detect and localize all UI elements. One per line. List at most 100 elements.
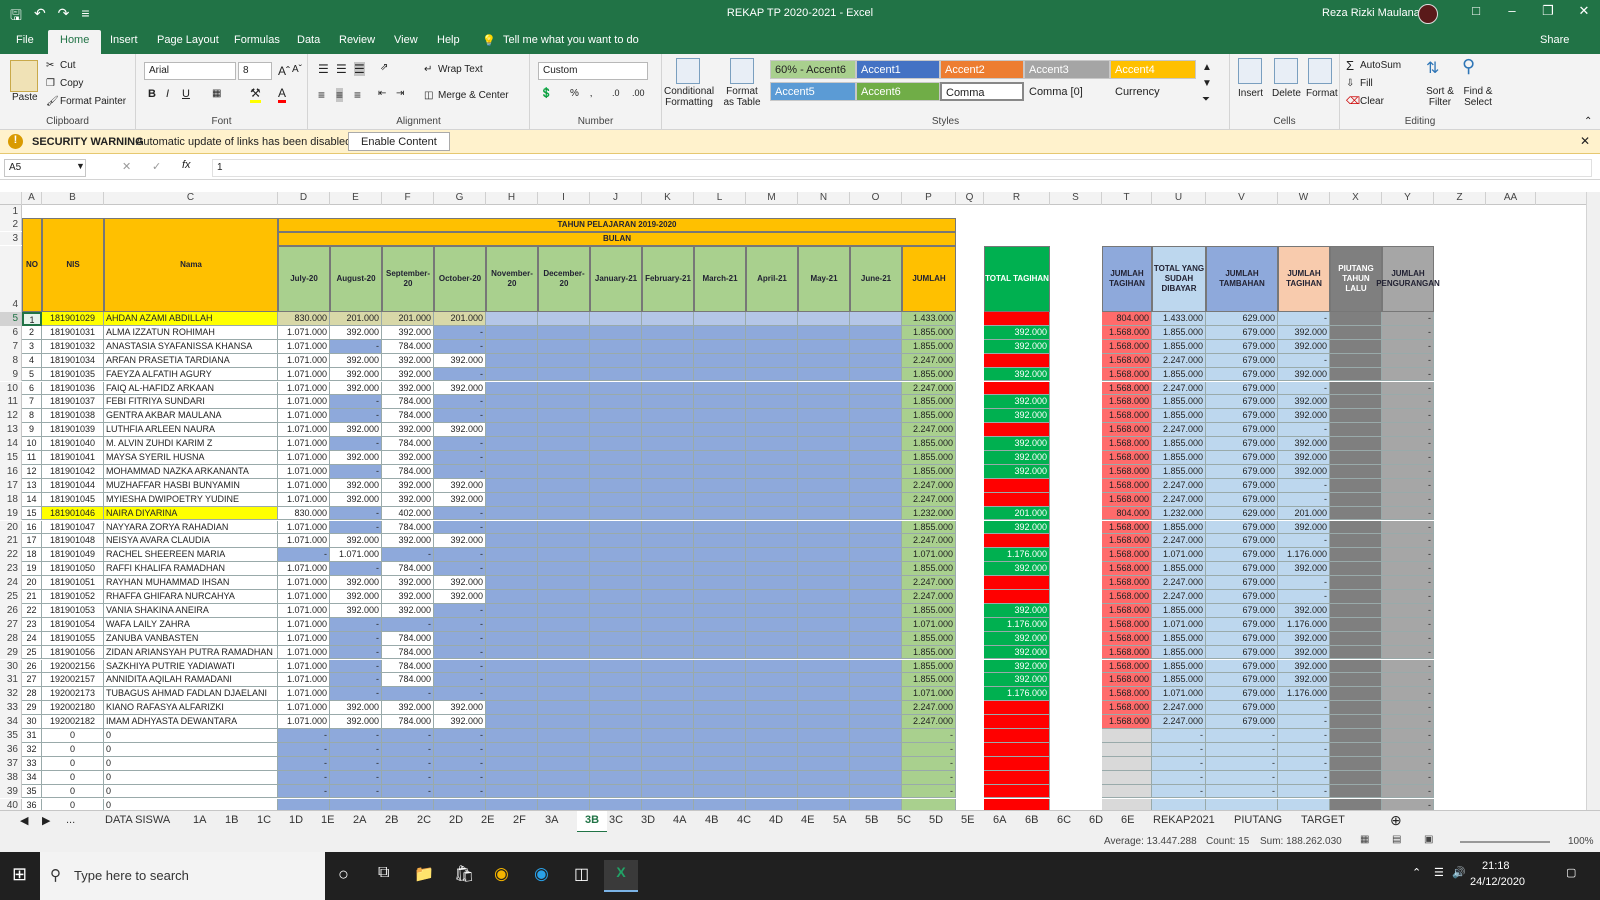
- cell-month[interactable]: [850, 325, 902, 340]
- cell-total-tagihan[interactable]: 392.000: [984, 631, 1050, 646]
- cell-month[interactable]: [850, 603, 902, 618]
- delete-cells-button[interactable]: Delete: [1272, 88, 1301, 99]
- cell-month[interactable]: [850, 576, 902, 590]
- cell-month[interactable]: [486, 339, 538, 354]
- cell-jumlah-tagihan[interactable]: 1.568.000: [1102, 409, 1152, 424]
- cell-total-tagihan[interactable]: 201.000: [984, 506, 1050, 521]
- autosum-button[interactable]: AutoSum: [1360, 60, 1401, 71]
- cell-month[interactable]: -: [434, 451, 486, 465]
- cell-nama[interactable]: NEISYA AVARA CLAUDIA: [104, 534, 278, 549]
- cell-month[interactable]: 784.000: [382, 673, 434, 688]
- cell-total-dibayar[interactable]: 1.855.000: [1152, 659, 1206, 674]
- cell-jumlah-tambahan[interactable]: 679.000: [1206, 367, 1278, 382]
- cell-month[interactable]: [590, 464, 642, 479]
- cell-month[interactable]: [850, 312, 902, 326]
- cell-month[interactable]: [746, 617, 798, 632]
- cell-month[interactable]: [642, 520, 694, 535]
- cell-month[interactable]: [746, 381, 798, 396]
- cell-no[interactable]: 9: [22, 423, 42, 438]
- row-header[interactable]: 39: [0, 784, 22, 799]
- cell-jumlah-tagihan[interactable]: 1.568.000: [1102, 534, 1152, 549]
- cell-month[interactable]: -: [330, 506, 382, 521]
- sheet-tab[interactable]: TARGET: [1301, 814, 1345, 826]
- cell-month[interactable]: [746, 353, 798, 368]
- cell-month[interactable]: 784.000: [382, 520, 434, 535]
- merge-icon[interactable]: ◫: [424, 90, 433, 101]
- cell-month[interactable]: [642, 617, 694, 632]
- cell-piutang[interactable]: [1330, 409, 1382, 424]
- cell-pengurangan[interactable]: -: [1382, 478, 1434, 493]
- cell-month[interactable]: [590, 437, 642, 451]
- cell-piutang[interactable]: [1330, 423, 1382, 438]
- cell-nama[interactable]: ZANUBA VANBASTEN: [104, 631, 278, 646]
- cell-month[interactable]: [538, 534, 590, 549]
- cell-month[interactable]: [694, 798, 746, 810]
- cell-month[interactable]: [694, 756, 746, 771]
- cell-no[interactable]: 12: [22, 464, 42, 479]
- cell-jumlah-tagihan-w[interactable]: -: [1278, 534, 1330, 549]
- cell-month[interactable]: -: [330, 617, 382, 632]
- cell-month[interactable]: [486, 631, 538, 646]
- sheet-tab[interactable]: 1C: [257, 814, 271, 826]
- cell-jumlah-tagihan[interactable]: [1102, 784, 1152, 799]
- row-header[interactable]: 6: [0, 325, 22, 340]
- cell-month[interactable]: [850, 784, 902, 799]
- row-header[interactable]: 21: [0, 534, 22, 549]
- cell-nama[interactable]: ANASTASIA SYAFANISSA KHANSA: [104, 339, 278, 354]
- cell-month[interactable]: [694, 742, 746, 757]
- cell-nis[interactable]: 181901048: [42, 534, 104, 549]
- cell-total-dibayar[interactable]: 1.855.000: [1152, 437, 1206, 451]
- cell-month[interactable]: [486, 437, 538, 451]
- cell-month[interactable]: -: [330, 562, 382, 577]
- cell-piutang[interactable]: [1330, 451, 1382, 465]
- cell-nis[interactable]: 181901042: [42, 464, 104, 479]
- cell-month[interactable]: [330, 798, 382, 810]
- cell-jumlah-tagihan-w[interactable]: -: [1278, 756, 1330, 771]
- cell-no[interactable]: 13: [22, 478, 42, 493]
- cell-jumlah[interactable]: 1.855.000: [902, 673, 956, 688]
- cell-total-tagihan[interactable]: 392.000: [984, 464, 1050, 479]
- cell-jumlah-tagihan[interactable]: [1102, 770, 1152, 785]
- cell-pengurangan[interactable]: -: [1382, 381, 1434, 396]
- excel-taskbar-icon[interactable]: X: [604, 860, 638, 892]
- enable-content-button[interactable]: Enable Content: [348, 132, 450, 151]
- cell-month[interactable]: 201.000: [434, 312, 486, 326]
- row-header[interactable]: 35: [0, 729, 22, 743]
- cell-month[interactable]: [798, 520, 850, 535]
- cell-nama[interactable]: FAEYZA ALFATIH AGURY: [104, 367, 278, 382]
- cell-month[interactable]: [590, 687, 642, 702]
- cell-month[interactable]: [694, 492, 746, 507]
- cell-month[interactable]: [486, 798, 538, 810]
- borders-icon[interactable]: ▦: [212, 88, 221, 99]
- cell-month[interactable]: -: [382, 687, 434, 702]
- add-sheet-icon[interactable]: ⊕: [1390, 812, 1402, 829]
- cell-month[interactable]: 392.000: [330, 576, 382, 590]
- cell-month[interactable]: [798, 645, 850, 660]
- maximize-icon[interactable]: ❐: [1530, 3, 1566, 19]
- cell-jumlah[interactable]: 1.855.000: [902, 520, 956, 535]
- cell-total-tagihan[interactable]: 392.000: [984, 562, 1050, 577]
- cell-total-tagihan[interactable]: [984, 715, 1050, 729]
- cell-jumlah-tambahan[interactable]: 679.000: [1206, 395, 1278, 410]
- cell-month[interactable]: 1.071.000: [278, 590, 330, 604]
- cell-pengurangan[interactable]: -: [1382, 423, 1434, 438]
- style-accent6[interactable]: Accent6: [856, 82, 940, 101]
- cell-month[interactable]: [694, 478, 746, 493]
- row-header[interactable]: 12: [0, 409, 22, 424]
- cell-month[interactable]: [642, 492, 694, 507]
- cell-month[interactable]: [538, 409, 590, 424]
- cell-month[interactable]: [486, 562, 538, 577]
- cell-month[interactable]: [590, 784, 642, 799]
- cell-total-tagihan[interactable]: 392.000: [984, 645, 1050, 660]
- cell-jumlah-tambahan[interactable]: 679.000: [1206, 687, 1278, 702]
- cell-piutang[interactable]: [1330, 673, 1382, 688]
- cell-month[interactable]: [694, 464, 746, 479]
- cell-month[interactable]: 1.071.000: [278, 576, 330, 590]
- cell-jumlah-tagihan[interactable]: 804.000: [1102, 506, 1152, 521]
- cell-month[interactable]: [746, 506, 798, 521]
- cell-pengurangan[interactable]: -: [1382, 770, 1434, 785]
- row-header[interactable]: 32: [0, 687, 22, 702]
- percent-icon[interactable]: %: [570, 88, 579, 99]
- cell-month[interactable]: [798, 478, 850, 493]
- cell-total-dibayar[interactable]: 2.247.000: [1152, 353, 1206, 368]
